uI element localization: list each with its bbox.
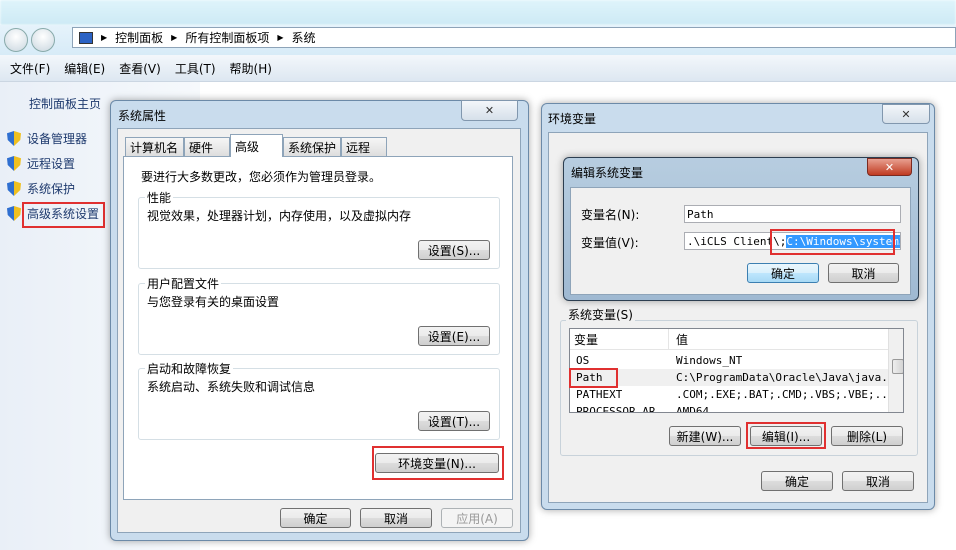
forward-button[interactable] <box>31 28 55 52</box>
sidebar-item-label: 设备管理器 <box>27 132 88 146</box>
breadcrumb-item[interactable]: 系统 <box>292 29 316 46</box>
back-button[interactable] <box>4 28 28 52</box>
ok-button[interactable]: 确定 <box>761 471 833 491</box>
table-row[interactable]: PATHEXT .COM;.EXE;.BAT;.CMD;.VBS;.VBE;...… <box>570 386 901 403</box>
close-button[interactable]: ✕ <box>882 104 930 124</box>
tab-computer-name[interactable]: 计算机名 <box>125 137 184 157</box>
scrollbar[interactable] <box>888 329 903 412</box>
sidebar-item-label: 远程设置 <box>27 157 76 171</box>
highlight-box <box>372 446 504 480</box>
chevron-right-icon: ▶ <box>171 33 178 42</box>
group-label: 系统变量(S) <box>566 306 635 323</box>
menu-edit[interactable]: 编辑(E) <box>64 60 105 77</box>
shield-icon <box>7 181 21 196</box>
cancel-button[interactable]: 取消 <box>360 508 432 528</box>
close-icon: ✕ <box>884 160 895 174</box>
group-desc: 与您登录有关的桌面设置 <box>147 295 280 309</box>
system-variables-list[interactable]: 变量 值 OS Windows_NT Path C:\ProgramData\Ora… <box>569 328 904 413</box>
new-variable-button[interactable]: 新建(W)... <box>669 426 741 446</box>
highlight-box <box>569 368 618 388</box>
breadcrumb-item[interactable]: 所有控制面板项 <box>185 29 269 46</box>
blurred-taskbar <box>0 0 956 25</box>
close-button[interactable]: ✕ <box>461 100 518 121</box>
table-row[interactable]: OS Windows_NT <box>570 352 888 369</box>
profile-settings-button[interactable]: 设置(E)... <box>418 326 490 346</box>
group-label: 用户配置文件 <box>145 275 222 292</box>
variable-value-label: 变量值(V): <box>581 236 639 250</box>
dialog-title: 编辑系统变量 <box>571 166 644 180</box>
sidebar-home-link[interactable]: 控制面板主页 <box>29 95 101 112</box>
sidebar-item-remote[interactable]: 远程设置 <box>7 155 75 172</box>
highlight-box <box>770 229 895 255</box>
scrollbar-thumb[interactable] <box>892 359 903 374</box>
tab-advanced[interactable]: 高级 <box>230 134 283 157</box>
sidebar-item-protection[interactable]: 系统保护 <box>7 180 75 197</box>
startup-settings-button[interactable]: 设置(T)... <box>418 411 490 431</box>
delete-variable-button[interactable]: 删除(L) <box>831 426 903 446</box>
ok-button[interactable]: 确定 <box>747 263 819 283</box>
breadcrumb-item[interactable]: 控制面板 <box>115 29 163 46</box>
group-label: 启动和故障恢复 <box>145 360 234 377</box>
shield-icon <box>7 131 21 146</box>
tab-system-protection[interactable]: 系统保护 <box>283 137 341 157</box>
group-desc: 系统启动、系统失败和调试信息 <box>147 380 316 394</box>
menu-view[interactable]: 查看(V) <box>119 60 161 77</box>
performance-settings-button[interactable]: 设置(S)... <box>418 240 490 260</box>
variable-name-label: 变量名(N): <box>581 208 640 222</box>
computer-icon <box>79 31 93 44</box>
variable-name-input[interactable]: Path <box>684 205 901 223</box>
ok-button[interactable]: 确定 <box>280 508 351 528</box>
chevron-right-icon: ▶ <box>101 33 108 42</box>
group-label: 性能 <box>145 189 174 206</box>
sidebar-item-label: 系统保护 <box>27 182 76 196</box>
cancel-button[interactable]: 取消 <box>828 263 899 283</box>
menu-bar: 文件(F) 编辑(E) 查看(V) 工具(T) 帮助(H) <box>0 55 956 82</box>
sidebar-item-device-manager[interactable]: 设备管理器 <box>7 130 87 147</box>
group-desc: 视觉效果，处理器计划，内存使用，以及虚拟内存 <box>147 209 412 223</box>
dialog-title: 系统属性 <box>118 109 167 123</box>
dialog-title: 环境变量 <box>548 112 597 126</box>
apply-button[interactable]: 应用(A) <box>441 508 513 528</box>
admin-note: 要进行大多数更改，您必须作为管理员登录。 <box>141 170 382 184</box>
highlight-box <box>22 202 105 228</box>
list-header: 变量 值 <box>570 329 888 350</box>
address-bar[interactable]: ▶ 控制面板 ▶ 所有控制面板项 ▶ 系统 <box>72 27 956 48</box>
highlight-box <box>746 422 826 449</box>
column-header-value[interactable]: 值 <box>676 331 688 348</box>
cancel-button[interactable]: 取消 <box>842 471 914 491</box>
menu-file[interactable]: 文件(F) <box>10 60 50 77</box>
close-button[interactable]: ✕ <box>867 158 912 176</box>
table-row[interactable]: PROCESSOR_AR AMD64 <box>570 403 888 412</box>
tab-hardware[interactable]: 硬件 <box>184 137 230 157</box>
chevron-right-icon: ▶ <box>277 33 284 42</box>
tab-remote[interactable]: 远程 <box>341 137 387 157</box>
column-header-variable[interactable]: 变量 <box>574 331 598 348</box>
menu-tools[interactable]: 工具(T) <box>175 60 216 77</box>
shield-icon <box>7 156 21 171</box>
shield-icon <box>7 206 21 221</box>
menu-help[interactable]: 帮助(H) <box>230 60 272 77</box>
close-icon: ✕ <box>901 107 911 121</box>
close-icon: ✕ <box>484 104 495 117</box>
